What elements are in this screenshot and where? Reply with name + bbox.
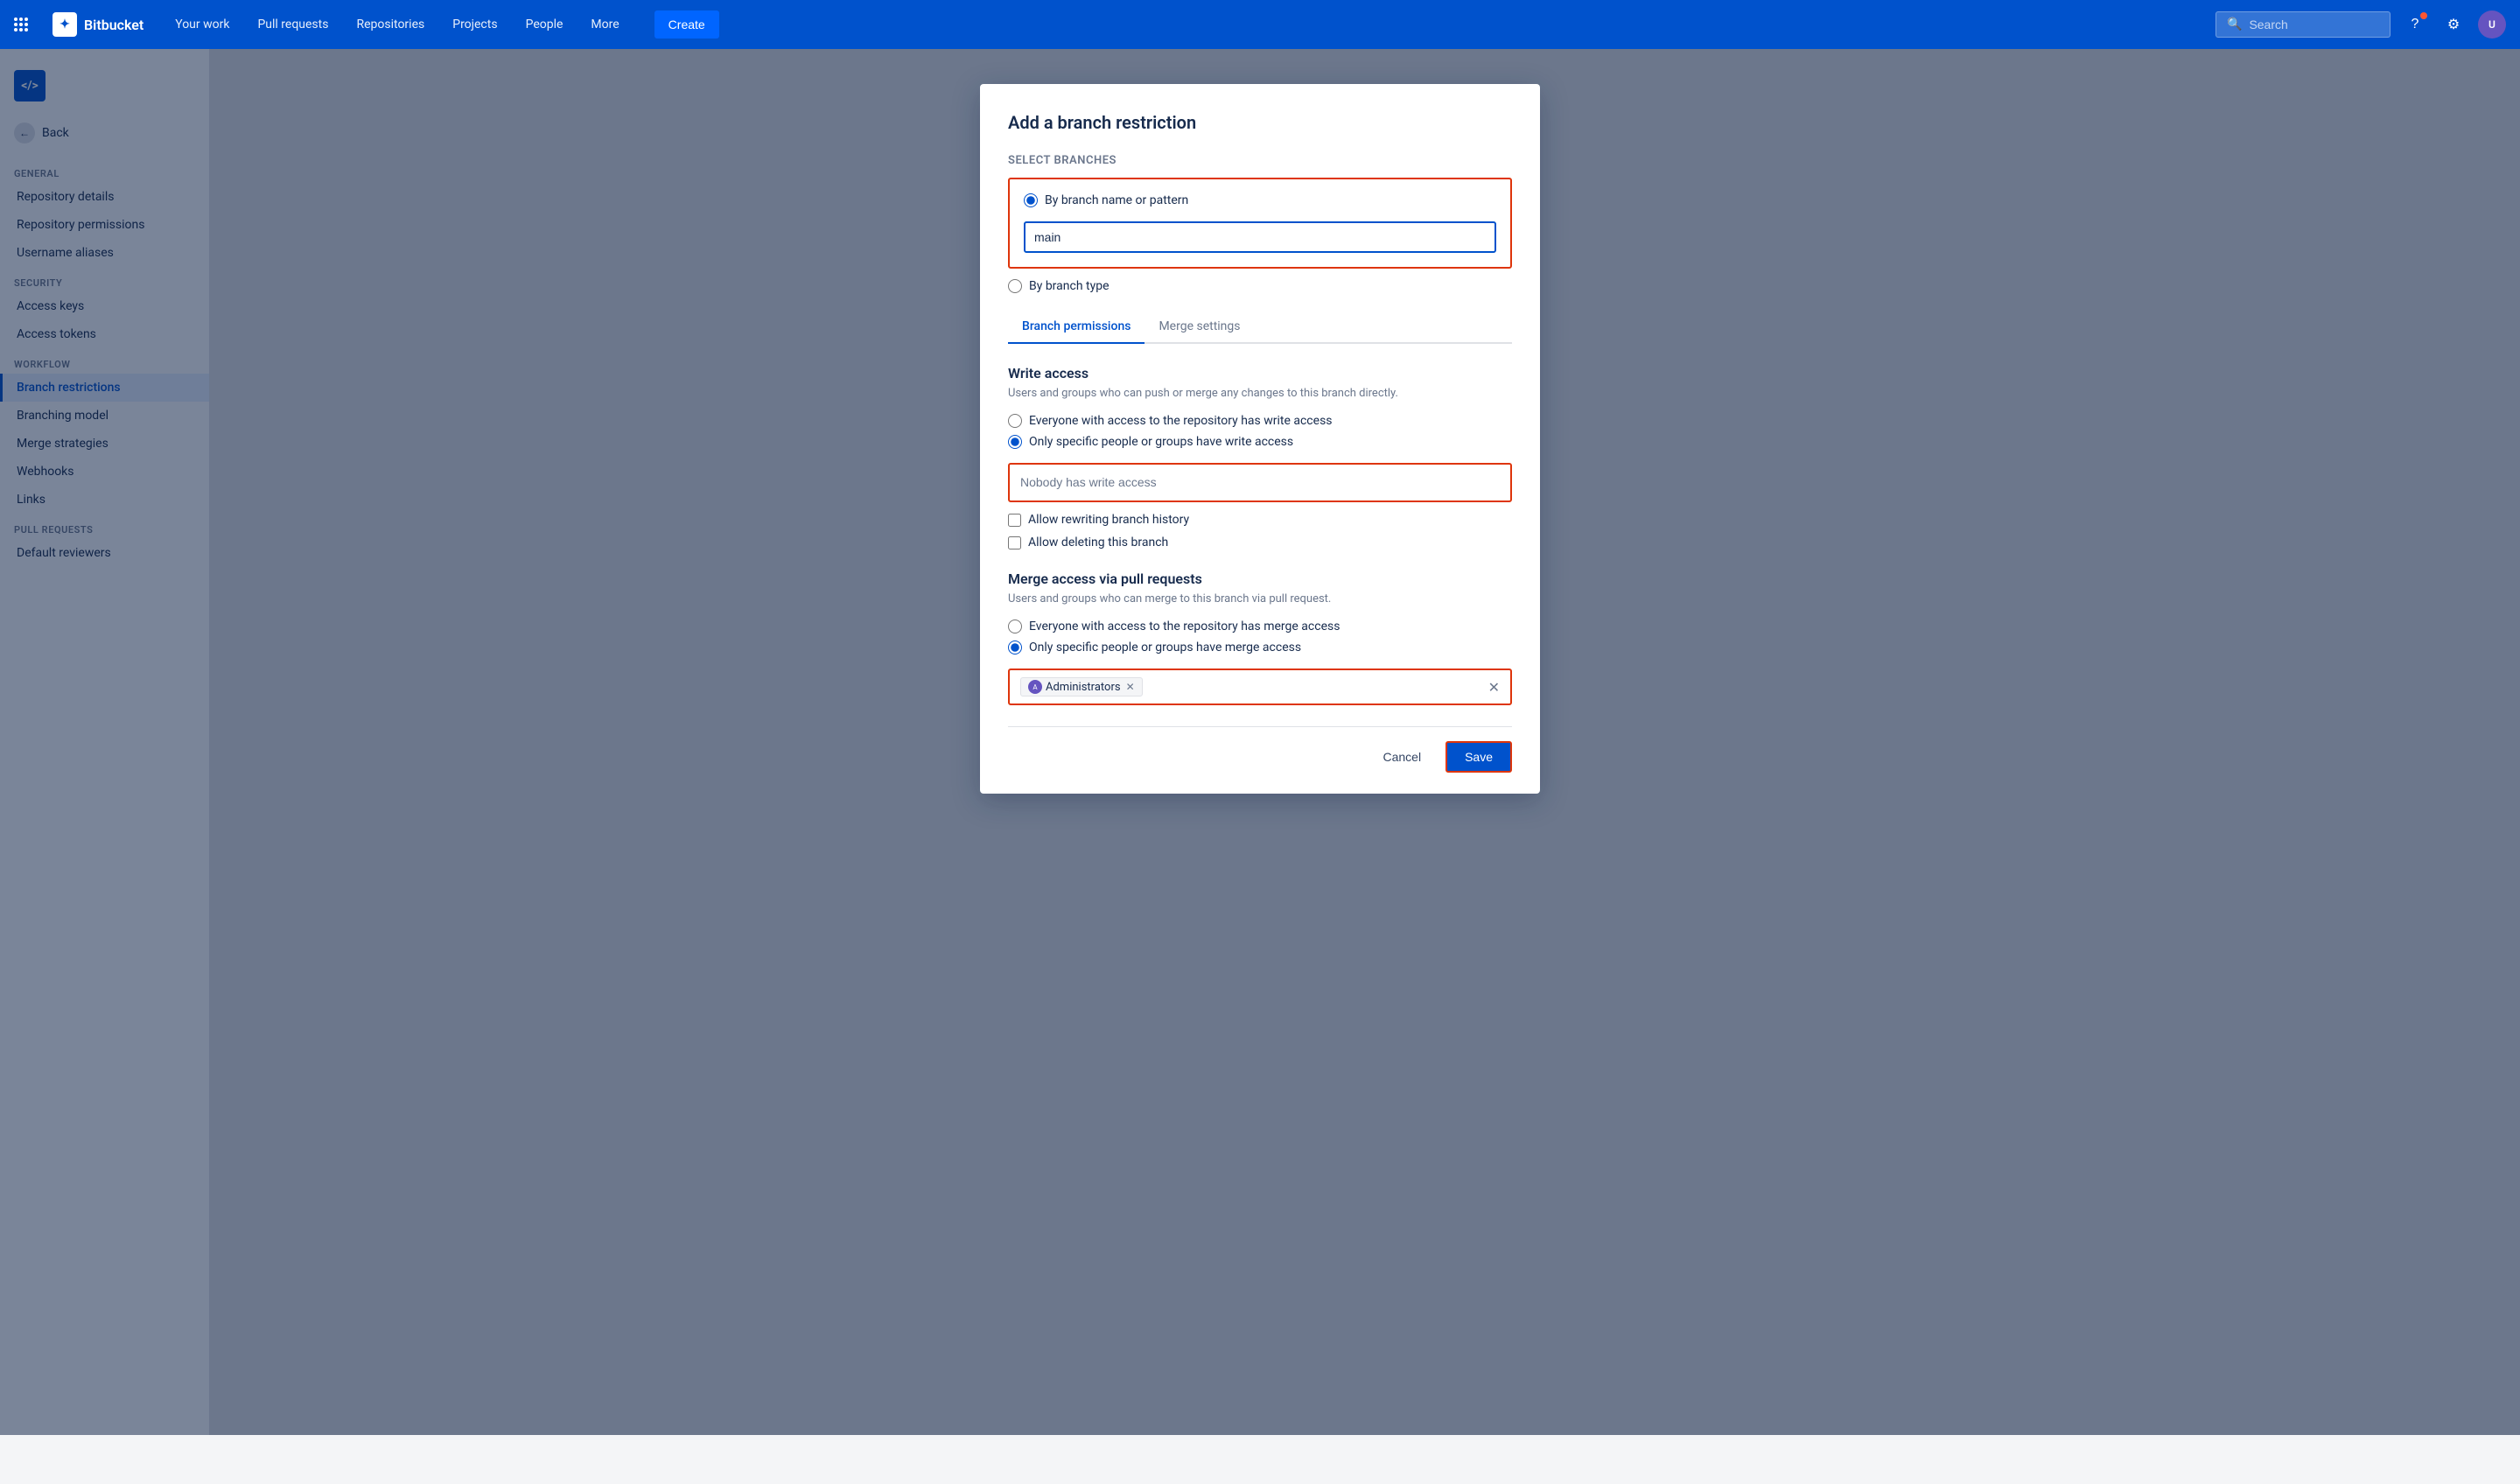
branch-name-radio[interactable] — [1024, 193, 1038, 207]
nav-links: Your work Pull requests Repositories Pro… — [164, 10, 629, 38]
write-access-desc: Users and groups who can push or merge a… — [1008, 387, 1512, 400]
tag-remove-button[interactable]: ✕ — [1126, 681, 1135, 693]
help-button[interactable]: ? — [2401, 10, 2429, 38]
merge-people-input[interactable] — [1150, 680, 1481, 694]
tab-branch-permissions[interactable]: Branch permissions — [1008, 311, 1144, 344]
branch-name-radio-option: By branch name or pattern — [1024, 193, 1496, 207]
tab-merge-settings[interactable]: Merge settings — [1144, 311, 1254, 344]
help-badge — [2420, 12, 2427, 19]
bitbucket-logo-icon: ✦ — [52, 12, 77, 37]
merge-specific-label[interactable]: Only specific people or groups have merg… — [1029, 640, 1301, 654]
delete-branch-label[interactable]: Allow deleting this branch — [1028, 536, 1168, 550]
tag-icon: A — [1028, 680, 1042, 694]
nav-projects[interactable]: Projects — [442, 10, 508, 38]
bitbucket-logo[interactable]: ✦ Bitbucket — [52, 12, 144, 37]
rewrite-history-checkbox[interactable] — [1008, 514, 1021, 527]
nav-more[interactable]: More — [580, 10, 629, 38]
nav-your-work[interactable]: Your work — [164, 10, 240, 38]
write-specific-label[interactable]: Only specific people or groups have writ… — [1029, 435, 1293, 449]
merge-access-title: Merge access via pull requests — [1008, 570, 1512, 587]
merge-access-desc: Users and groups who can merge to this b… — [1008, 592, 1512, 606]
write-everyone-radio[interactable] — [1008, 414, 1022, 428]
write-everyone-row: Everyone with access to the repository h… — [1008, 414, 1512, 428]
modal-tabs: Branch permissions Merge settings — [1008, 311, 1512, 344]
search-icon: 🔍 — [2227, 18, 2242, 32]
write-access-title: Write access — [1008, 365, 1512, 382]
save-button[interactable]: Save — [1446, 741, 1512, 773]
write-people-input[interactable] — [1020, 475, 1500, 489]
modal-footer: Cancel Save — [1008, 726, 1512, 773]
settings-button[interactable]: ⚙ — [2440, 10, 2468, 38]
branches-box: By branch name or pattern — [1008, 178, 1512, 269]
nav-people[interactable]: People — [515, 10, 574, 38]
help-icon: ? — [2412, 17, 2419, 32]
search-box[interactable]: 🔍 — [2216, 11, 2390, 38]
search-input[interactable] — [2249, 18, 2379, 32]
write-access-radio-group: Everyone with access to the repository h… — [1008, 414, 1512, 449]
merge-specific-row: Only specific people or groups have merg… — [1008, 640, 1512, 654]
top-navigation: ✦ Bitbucket Your work Pull requests Repo… — [0, 0, 2520, 49]
delete-branch-checkbox-row: Allow deleting this branch — [1008, 536, 1512, 550]
delete-branch-checkbox[interactable] — [1008, 536, 1021, 550]
branch-name-input[interactable] — [1024, 221, 1496, 253]
write-specific-row: Only specific people or groups have writ… — [1008, 435, 1512, 449]
administrators-tag: A Administrators ✕ — [1020, 677, 1143, 696]
merge-everyone-label[interactable]: Everyone with access to the repository h… — [1029, 620, 1340, 634]
write-everyone-label[interactable]: Everyone with access to the repository h… — [1029, 414, 1333, 428]
branch-type-radio-option: By branch type — [1008, 279, 1512, 293]
avatar-initials: U — [2488, 18, 2496, 31]
avatar[interactable]: U — [2478, 10, 2506, 38]
rewrite-history-label[interactable]: Allow rewriting branch history — [1028, 513, 1189, 527]
clear-button[interactable]: ✕ — [1488, 679, 1500, 696]
modal-overlay[interactable]: Add a branch restriction Select branches… — [0, 49, 2520, 1435]
topnav-right: 🔍 ? ⚙ U — [2216, 10, 2506, 38]
settings-icon: ⚙ — [2447, 16, 2460, 33]
app-switcher-icon[interactable] — [14, 18, 28, 32]
select-branches-label: Select branches — [1008, 154, 1512, 167]
merge-people-tag-input-box[interactable]: A Administrators ✕ ✕ — [1008, 668, 1512, 705]
add-branch-restriction-modal: Add a branch restriction Select branches… — [980, 84, 1540, 794]
merge-access-radio-group: Everyone with access to the repository h… — [1008, 620, 1512, 654]
nav-repositories[interactable]: Repositories — [346, 10, 435, 38]
branch-name-radio-label[interactable]: By branch name or pattern — [1045, 193, 1188, 207]
write-access-section: Write access Users and groups who can pu… — [1008, 365, 1512, 550]
merge-everyone-radio[interactable] — [1008, 620, 1022, 634]
merge-specific-radio[interactable] — [1008, 640, 1022, 654]
merge-everyone-row: Everyone with access to the repository h… — [1008, 620, 1512, 634]
write-people-input-box[interactable] — [1008, 463, 1512, 502]
branch-type-radio-label[interactable]: By branch type — [1029, 279, 1110, 293]
write-specific-radio[interactable] — [1008, 435, 1022, 449]
merge-access-section: Merge access via pull requests Users and… — [1008, 570, 1512, 705]
bitbucket-logo-text: Bitbucket — [84, 17, 144, 33]
cancel-button[interactable]: Cancel — [1368, 743, 1435, 771]
rewrite-history-checkbox-row: Allow rewriting branch history — [1008, 513, 1512, 527]
nav-pull-requests[interactable]: Pull requests — [247, 10, 339, 38]
modal-title: Add a branch restriction — [1008, 112, 1512, 133]
branch-type-radio[interactable] — [1008, 279, 1022, 293]
create-button[interactable]: Create — [654, 10, 719, 38]
tag-label: Administrators — [1046, 681, 1121, 694]
